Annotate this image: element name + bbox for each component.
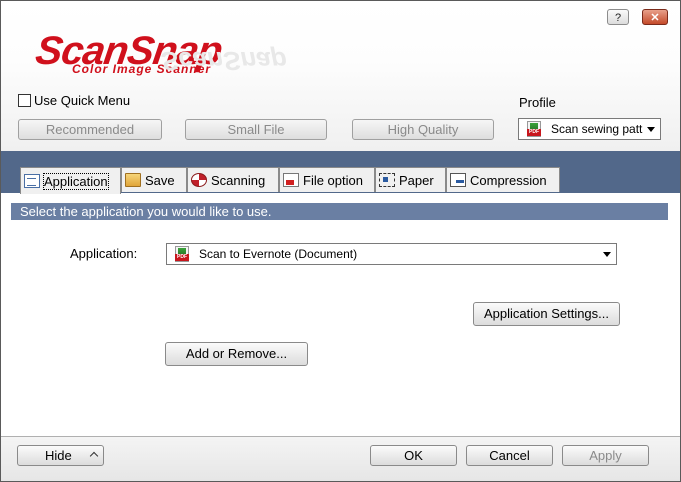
application-select[interactable]: Scan to Evernote (Document) [166,243,617,265]
tab-scanning[interactable]: Scanning [187,167,279,192]
hide-button-label: Hide [45,448,72,463]
quick-menu-option[interactable]: Use Quick Menu [18,93,130,108]
logo-reflection: ScanSnap [161,46,287,76]
chevron-down-icon[interactable] [603,251,611,257]
recommended-button[interactable]: Recommended [18,119,162,140]
paper-icon [379,173,395,187]
high-quality-button[interactable]: High Quality [352,119,494,140]
add-remove-button[interactable]: Add or Remove... [165,342,308,366]
tab-compression-label: Compression [470,172,547,188]
tab-file-option-label: File option [303,172,363,188]
quick-menu-label: Use Quick Menu [34,93,131,108]
compression-icon [450,173,466,187]
cancel-button[interactable]: Cancel [466,445,553,466]
file-option-icon [283,173,299,187]
profile-select[interactable]: Scan sewing patt [518,118,661,140]
application-label: Application: [70,246,138,261]
tab-application[interactable]: Application [20,167,121,194]
ok-button[interactable]: OK [370,445,457,466]
quick-menu-checkbox[interactable] [18,94,31,107]
pdf-icon [527,121,541,137]
application-selected-value: Scan to Evernote (Document) [199,247,358,261]
pdf-icon [175,246,189,262]
instruction-bar: Select the application you would like to… [11,203,668,220]
chevron-up-icon [89,451,99,461]
tab-file-option[interactable]: File option [279,167,375,192]
tab-paper[interactable]: Paper [375,167,446,192]
application-settings-button[interactable]: Application Settings... [473,302,620,326]
apply-button[interactable]: Apply [562,445,649,466]
tab-save-label: Save [145,172,175,188]
application-tab-panel: Select the application you would like to… [1,193,680,436]
tab-application-label: Application [43,172,109,190]
tab-compression[interactable]: Compression [446,167,560,192]
scansnap-settings-window: ? ✕ ScanSnap Color Image Scanner ScanSna… [0,0,681,482]
profile-label: Profile [519,95,556,110]
footer: Hide OK Cancel Apply [1,437,680,481]
folder-icon [125,173,141,187]
header: ? ✕ ScanSnap Color Image Scanner ScanSna… [1,1,680,151]
hide-button[interactable]: Hide [17,445,104,466]
scanning-icon [191,173,207,187]
profile-selected-value: Scan sewing patt [551,122,643,136]
chevron-down-icon[interactable] [647,126,655,132]
tab-paper-label: Paper [399,172,434,188]
application-icon [24,174,40,188]
help-button[interactable]: ? [607,9,629,25]
tab-scanning-label: Scanning [211,172,266,188]
tab-save[interactable]: Save [121,167,187,192]
close-button[interactable]: ✕ [642,9,668,25]
small-file-button[interactable]: Small File [185,119,327,140]
